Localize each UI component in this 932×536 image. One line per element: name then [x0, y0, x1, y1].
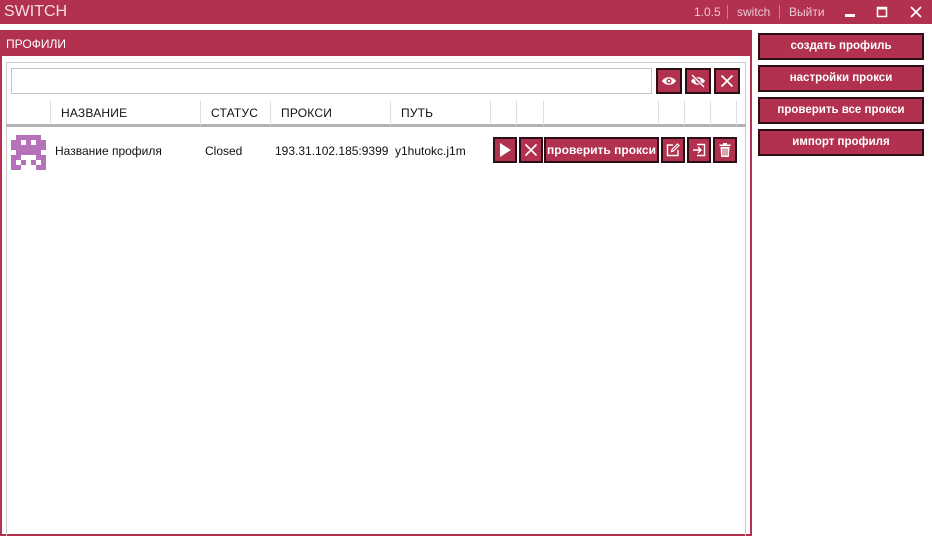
logout-link[interactable]: Выйти	[789, 0, 825, 24]
close-icon	[524, 143, 538, 157]
proxy-settings-button[interactable]: настройки прокси	[758, 65, 924, 92]
column-header-export	[685, 101, 711, 125]
title-separator	[727, 5, 728, 19]
profile-proxy: 193.31.102.185:9399	[275, 144, 389, 158]
column-header-stop	[517, 101, 544, 125]
version-label: 1.0.5	[694, 5, 721, 19]
table-row[interactable]: Название профиля Closed 193.31.102.185:9…	[6, 132, 746, 170]
show-button[interactable]	[656, 68, 682, 94]
column-header-check	[544, 101, 659, 125]
stop-profile-button[interactable]	[519, 137, 543, 163]
hide-button[interactable]	[685, 68, 711, 94]
title-bar: SWITCH 1.0.5 switch Выйти	[0, 0, 932, 24]
column-header-start	[491, 101, 517, 125]
column-header-avatar	[6, 101, 51, 125]
profile-path: y1hutokc.j1m	[395, 144, 466, 158]
trash-icon	[719, 143, 731, 157]
edit-profile-button[interactable]	[661, 137, 685, 163]
column-header-proxy[interactable]: ПРОКСИ	[271, 101, 391, 125]
check-proxy-button[interactable]: проверить прокси	[544, 137, 659, 163]
title-separator	[779, 5, 780, 19]
column-header-status[interactable]: СТАТУС	[201, 101, 271, 125]
start-profile-button[interactable]	[493, 137, 517, 163]
close-window-button[interactable]	[902, 0, 930, 24]
table-header: НАЗВАНИЕ СТАТУС ПРОКСИ ПУТЬ	[6, 101, 746, 127]
edit-icon	[666, 143, 680, 157]
create-profile-button[interactable]: создать профиль	[758, 33, 924, 60]
profile-name: Название профиля	[55, 144, 162, 158]
play-icon	[500, 143, 511, 157]
maximize-button[interactable]	[868, 0, 896, 24]
profile-status: Closed	[205, 144, 243, 158]
profile-avatar	[11, 135, 46, 170]
close-icon	[910, 6, 922, 18]
delete-profile-button[interactable]	[713, 137, 737, 163]
eye-off-icon	[690, 74, 706, 88]
app-title: SWITCH	[4, 3, 68, 20]
user-name[interactable]: switch	[737, 0, 770, 24]
column-header-edit	[659, 101, 685, 125]
import-profile-button[interactable]: импорт профиля	[758, 129, 924, 156]
maximize-icon	[876, 6, 888, 18]
clear-search-button[interactable]	[714, 68, 740, 94]
panel-title: ПРОФИЛИ	[0, 30, 752, 56]
eye-icon	[662, 77, 676, 85]
check-all-proxies-button[interactable]: проверить все прокси	[758, 97, 924, 124]
column-header-path[interactable]: ПУТЬ	[391, 101, 491, 125]
export-icon	[693, 143, 706, 157]
column-header-delete	[711, 101, 737, 125]
search-input[interactable]	[11, 68, 652, 94]
export-profile-button[interactable]	[687, 137, 711, 163]
column-header-name[interactable]: НАЗВАНИЕ	[51, 101, 201, 125]
minimize-icon	[845, 14, 855, 17]
minimize-button[interactable]	[836, 0, 864, 24]
close-icon	[720, 74, 734, 88]
